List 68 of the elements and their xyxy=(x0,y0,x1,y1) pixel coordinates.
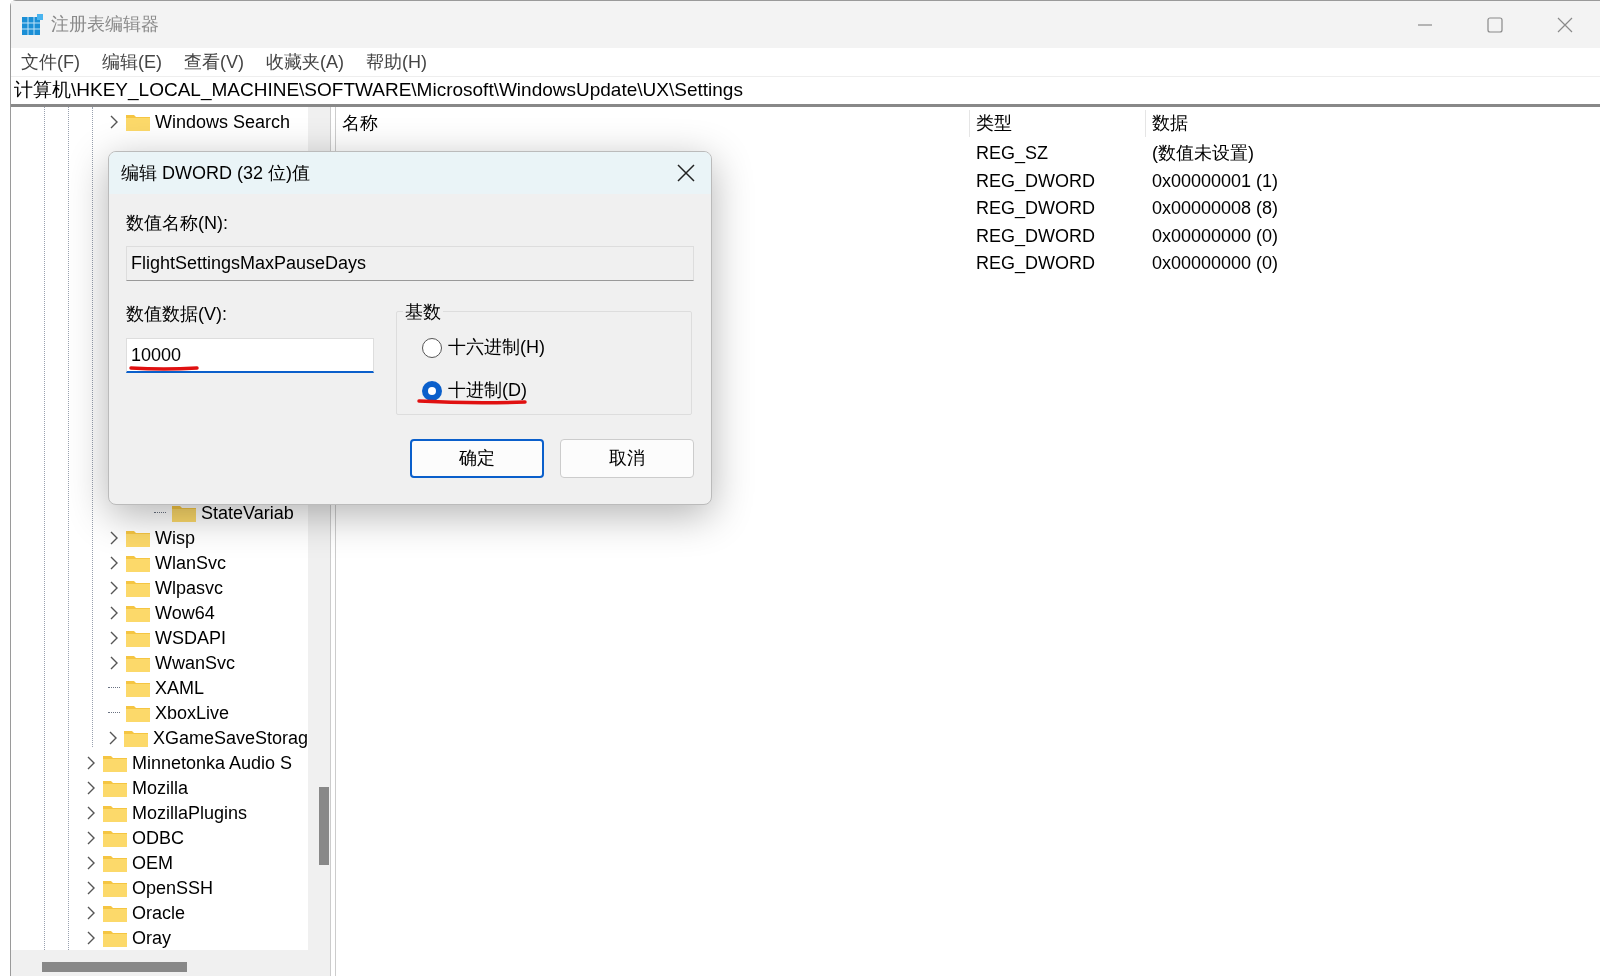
chevron-icon[interactable] xyxy=(86,855,96,870)
close-icon[interactable] xyxy=(677,164,695,182)
tree-item[interactable]: Oray xyxy=(132,928,171,947)
chevron-icon[interactable] xyxy=(86,880,96,895)
column-header[interactable]: 名称 xyxy=(336,110,970,137)
value-type: REG_SZ xyxy=(975,142,1050,166)
dialog-title: 编辑 DWORD (32 位)值 xyxy=(121,161,310,185)
chevron-icon[interactable] xyxy=(86,905,96,920)
value-type: REG_DWORD xyxy=(975,197,1096,221)
tree-item[interactable]: OEM xyxy=(132,853,173,872)
ok-button[interactable]: 确定 xyxy=(410,439,544,478)
value-type: REG_DWORD xyxy=(975,252,1096,276)
tree-item[interactable]: WwanSvc xyxy=(155,653,235,672)
value-data: 0x00000000 (0) xyxy=(1151,224,1279,248)
tree-item[interactable]: WlanSvc xyxy=(155,553,226,572)
field-label: 数值数据(V): xyxy=(126,303,228,326)
value-data: 0x00000000 (0) xyxy=(1151,252,1279,276)
chevron-icon[interactable] xyxy=(86,930,96,945)
value-data: 0x00000001 (1) xyxy=(1151,169,1279,193)
chevron-icon[interactable] xyxy=(109,555,119,570)
radio-button[interactable] xyxy=(422,337,442,358)
value-type: REG_DWORD xyxy=(975,169,1096,194)
tree-item[interactable]: MozillaPlugins xyxy=(132,803,248,822)
tree-item[interactable]: OpenSSH xyxy=(132,878,214,897)
chevron-icon[interactable] xyxy=(86,780,96,795)
value-name-field[interactable]: FlightSettingsMaxPauseDays xyxy=(126,246,694,281)
value-data-field[interactable]: 10000 xyxy=(126,338,374,373)
radio-button[interactable] xyxy=(422,380,442,401)
chevron-icon[interactable] xyxy=(109,530,119,545)
chevron-icon[interactable] xyxy=(109,605,119,620)
tree-item[interactable]: WSDAPI xyxy=(155,628,226,647)
menu-item[interactable]: 帮助(H) xyxy=(366,48,427,76)
value-data: (数值未设置) xyxy=(1151,142,1254,166)
tree-item[interactable]: Mozilla xyxy=(132,778,188,797)
tree-item[interactable]: Wow64 xyxy=(155,603,215,622)
window-title: 注册表编辑器 xyxy=(51,13,159,36)
value-type: REG_DWORD xyxy=(975,224,1096,249)
field-label: 数值名称(N): xyxy=(126,212,229,235)
chevron-icon[interactable] xyxy=(109,114,119,129)
tree-item[interactable]: XGameSaveStorag xyxy=(152,728,308,747)
menu-item[interactable]: 查看(V) xyxy=(184,48,244,76)
tree-item[interactable]: Wlpasvc xyxy=(155,578,223,597)
tree-item[interactable]: XAML xyxy=(155,678,205,697)
tree-item[interactable]: ODBC xyxy=(132,828,184,847)
radio-label[interactable]: 十进制(D) xyxy=(448,377,527,404)
chevron-icon[interactable] xyxy=(86,805,96,820)
column-header[interactable]: 类型 xyxy=(970,110,1146,137)
menu-item[interactable]: 收藏夹(A) xyxy=(266,48,344,76)
tree-item[interactable]: Windows Search xyxy=(155,112,291,131)
column-header[interactable]: 数据 xyxy=(1146,110,1188,137)
tree-item[interactable]: XboxLive xyxy=(155,703,230,722)
cancel-button[interactable]: 取消 xyxy=(560,439,694,478)
chevron-icon[interactable] xyxy=(109,655,119,670)
chevron-icon[interactable] xyxy=(109,580,119,595)
chevron-icon[interactable] xyxy=(107,730,118,745)
chevron-icon[interactable] xyxy=(86,830,96,845)
tree-item[interactable]: Minnetonka Audio S xyxy=(132,753,293,772)
tree-item[interactable]: Wisp xyxy=(155,528,195,547)
registry-icon xyxy=(21,12,45,37)
chevron-icon[interactable] xyxy=(109,630,119,645)
annotation-underline xyxy=(129,365,199,371)
value-data: 0x00000008 (8) xyxy=(1151,197,1279,221)
tree-item[interactable]: StateVariab xyxy=(201,503,294,522)
menu-item[interactable]: 文件(F) xyxy=(21,48,80,76)
tree-item[interactable]: Oracle xyxy=(132,903,185,922)
chevron-icon[interactable] xyxy=(86,755,96,770)
radio-label[interactable]: 十六进制(H) xyxy=(448,334,545,361)
menu-item[interactable]: 编辑(E) xyxy=(102,48,162,76)
